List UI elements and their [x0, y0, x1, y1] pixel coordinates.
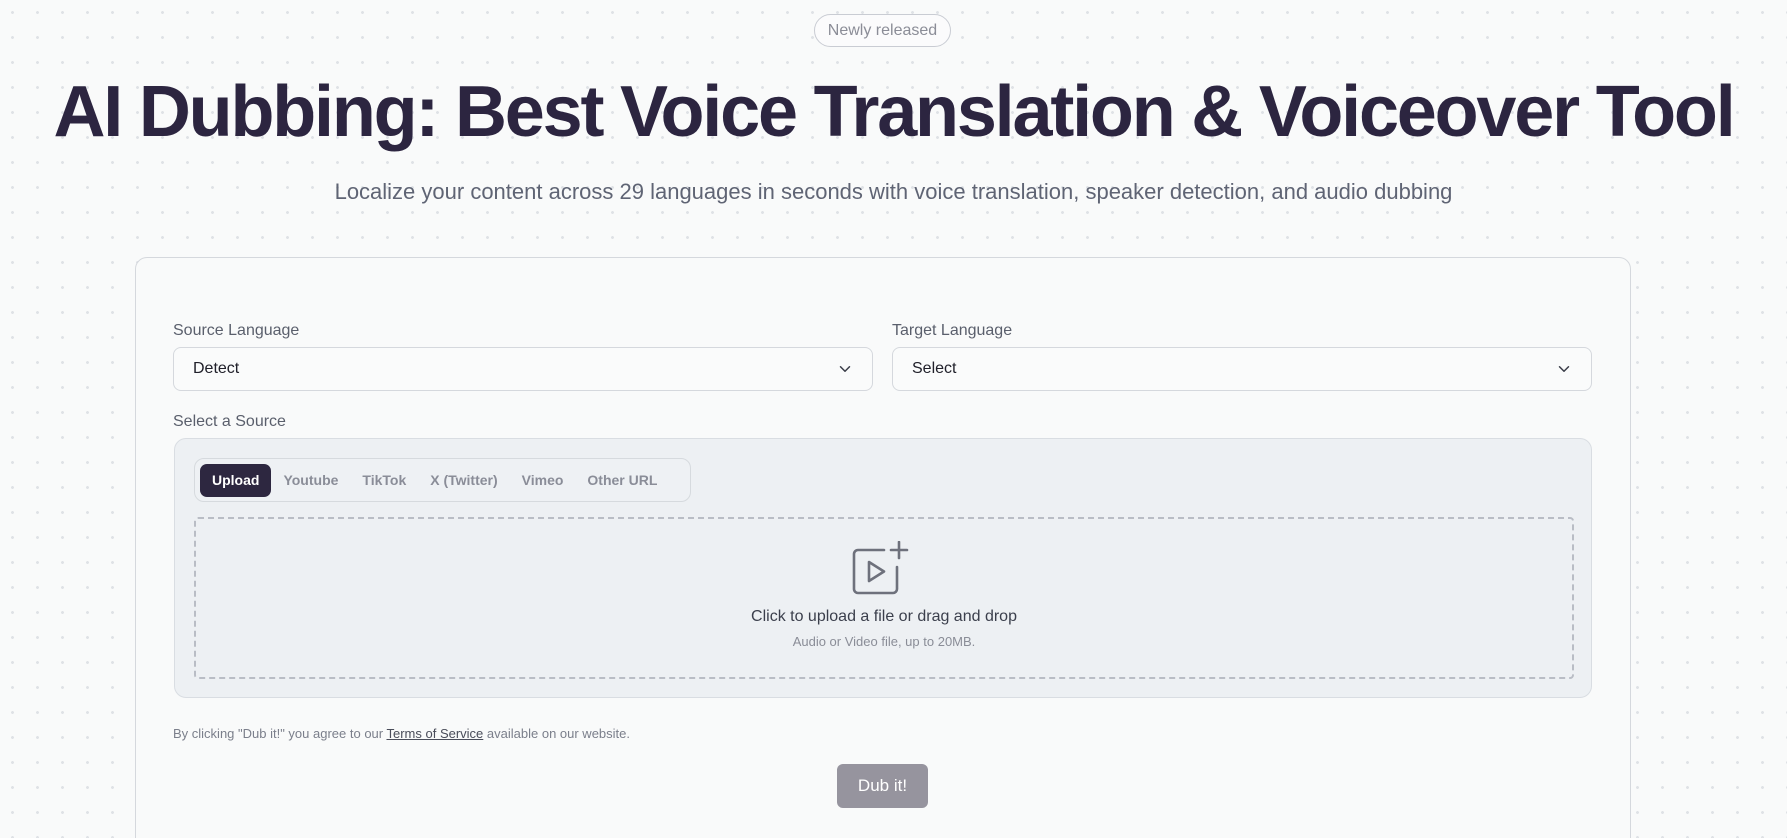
- terms-prefix: By clicking "Dub it!" you agree to our: [173, 726, 387, 741]
- chevron-down-icon: [1558, 366, 1570, 372]
- source-language-select[interactable]: Detect: [173, 347, 873, 391]
- source-language-value: Detect: [193, 360, 240, 377]
- page-title: AI Dubbing: Best Voice Translation & Voi…: [53, 72, 1735, 152]
- source-language-label: Source Language: [173, 322, 300, 339]
- terms-notice: By clicking "Dub it!" you agree to our T…: [173, 725, 630, 743]
- terms-suffix: available on our website.: [483, 726, 630, 741]
- tab-x-twitter[interactable]: X (Twitter): [418, 464, 509, 497]
- tab-tiktok[interactable]: TikTok: [350, 464, 418, 497]
- tab-upload[interactable]: Upload: [200, 463, 272, 497]
- tab-youtube[interactable]: Youtube: [271, 464, 350, 497]
- source-panel: Upload Youtube TikTok X (Twitter) Vimeo …: [174, 438, 1592, 698]
- target-language-select[interactable]: Select: [892, 347, 1592, 391]
- chevron-down-icon: [839, 366, 851, 372]
- dropzone-subtitle: Audio or Video file, up to 20MB.: [792, 634, 976, 649]
- dub-it-button[interactable]: Dub it!: [837, 764, 928, 808]
- source-tabs: Upload Youtube TikTok X (Twitter) Vimeo …: [194, 458, 691, 502]
- page-subtitle: Localize your content across 29 language…: [334, 179, 1453, 204]
- file-dropzone[interactable]: Click to upload a file or drag and drop …: [194, 517, 1574, 679]
- newly-released-badge: Newly released: [814, 14, 951, 47]
- terms-of-service-link[interactable]: Terms of Service: [386, 726, 483, 741]
- tab-vimeo[interactable]: Vimeo: [510, 464, 576, 497]
- dropzone-title: Click to upload a file or drag and drop: [751, 608, 1017, 625]
- video-upload-icon: [852, 541, 909, 595]
- tab-other-url[interactable]: Other URL: [575, 464, 669, 497]
- select-source-label: Select a Source: [173, 413, 286, 430]
- target-language-label: Target Language: [892, 322, 1013, 339]
- target-language-value: Select: [912, 360, 957, 377]
